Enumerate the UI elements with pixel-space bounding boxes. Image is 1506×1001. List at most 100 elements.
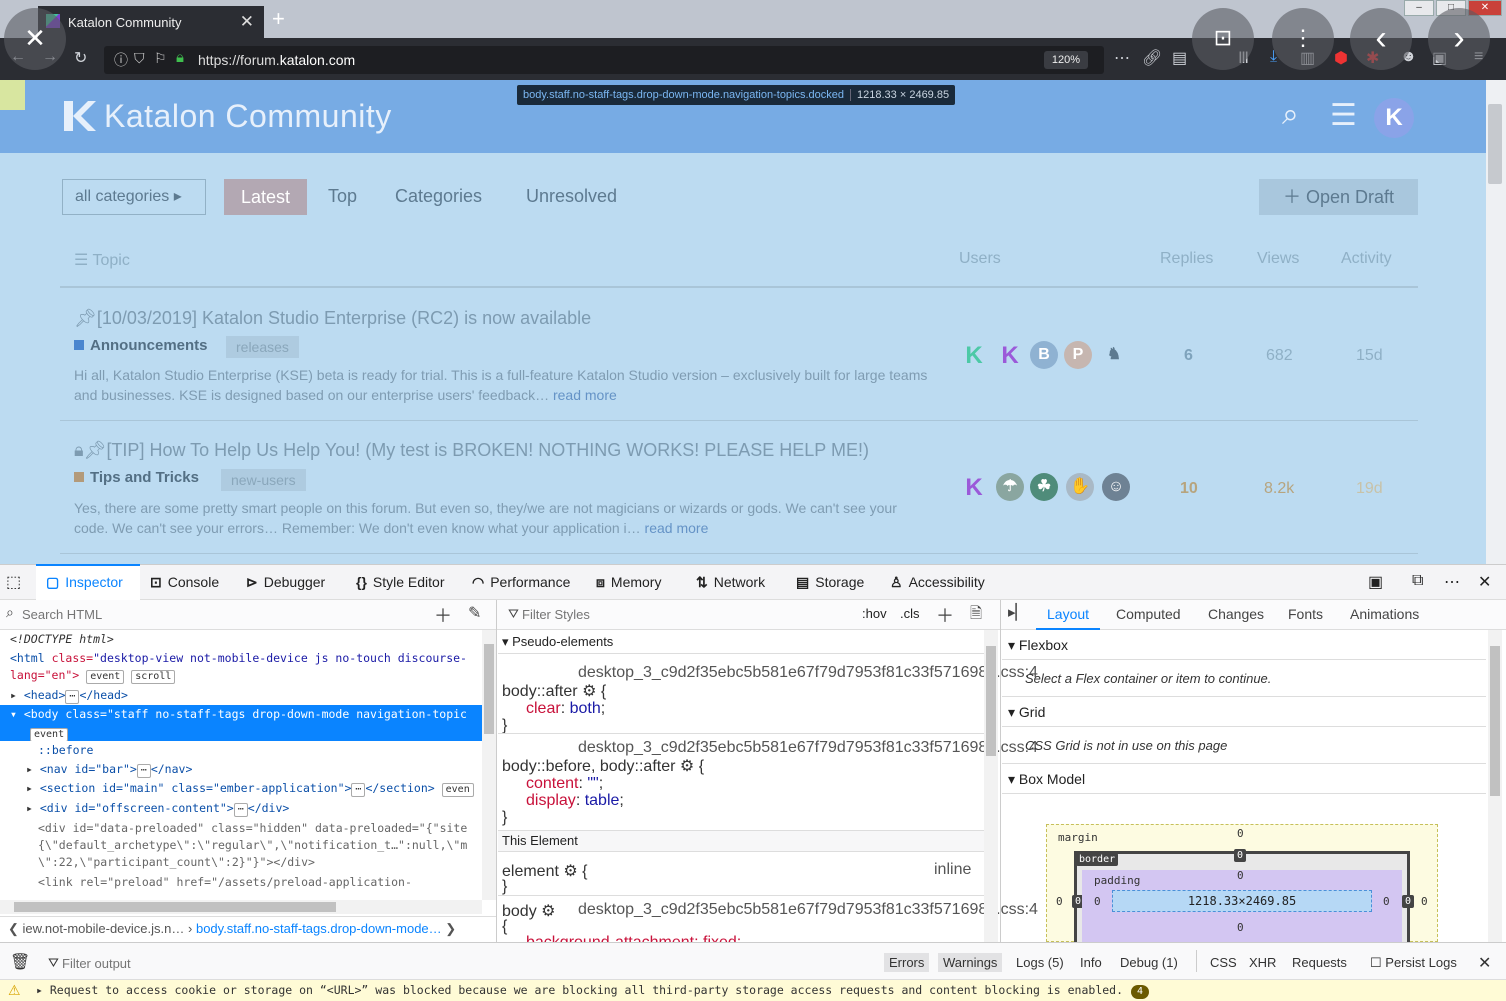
margin-right-value[interactable]: 0 bbox=[1421, 895, 1428, 908]
cls-toggle[interactable]: .cls bbox=[900, 606, 920, 621]
markup-hscrollbar[interactable] bbox=[0, 900, 482, 914]
read-more-link[interactable]: read more bbox=[645, 520, 709, 536]
markup-head[interactable]: ▸ <head> ⋯ </head> bbox=[0, 686, 482, 705]
markup-scrollbar[interactable] bbox=[482, 630, 496, 900]
collapsed-badge[interactable]: ⋯ bbox=[233, 803, 248, 817]
devtools-menu-icon[interactable]: ⋯ bbox=[1444, 572, 1460, 592]
nav-latest[interactable]: Latest bbox=[224, 179, 307, 215]
filter-output-input[interactable] bbox=[62, 953, 462, 973]
trash-icon[interactable]: 🗑︎ bbox=[10, 952, 30, 972]
event-badge[interactable]: event bbox=[30, 728, 69, 741]
browser-tab[interactable]: Katalon Community ✕ bbox=[38, 6, 264, 38]
overlay-close-button[interactable]: ✕ bbox=[4, 8, 66, 70]
column-replies[interactable]: Replies bbox=[1160, 250, 1213, 268]
rule-declaration[interactable]: display: table; bbox=[526, 792, 624, 810]
border-top-value[interactable]: 0 bbox=[1234, 849, 1247, 862]
ublock-icon[interactable]: ⬢ bbox=[1334, 48, 1348, 68]
collapsed-badge[interactable]: ⋯ bbox=[65, 690, 80, 704]
filter-info-toggle[interactable]: Info bbox=[1080, 955, 1102, 970]
rules-scrollbar[interactable] bbox=[984, 630, 998, 942]
user-avatar-5[interactable]: ☺ bbox=[1102, 473, 1130, 501]
gear-icon[interactable]: ⚙ bbox=[541, 903, 555, 920]
markup-section[interactable]: ▸ <section id="main" class="ember-applic… bbox=[0, 779, 482, 798]
markup-nav[interactable]: ▸ <nav id="bar"> ⋯ </nav> bbox=[0, 760, 482, 779]
tab-style-editor[interactable]: {} Style Editor bbox=[356, 574, 445, 590]
permissions-icon[interactable]: ⚐ bbox=[154, 50, 167, 67]
column-topic[interactable]: ☰ Topic bbox=[74, 250, 130, 270]
user-avatar-4[interactable]: P bbox=[1064, 341, 1092, 369]
topic-tag[interactable]: new-users bbox=[221, 469, 306, 491]
user-avatar-3[interactable]: B bbox=[1030, 341, 1058, 369]
tab-performance[interactable]: ◠ Performance bbox=[472, 574, 570, 591]
topic-title[interactable]: 📌︎[10/03/2019] Katalon Studio Enterprise… bbox=[74, 308, 591, 329]
nav-top[interactable]: Top bbox=[328, 186, 357, 207]
filter-warnings-toggle[interactable]: Warnings bbox=[938, 953, 1003, 972]
markup-offscreen[interactable]: ▸ <div id="offscreen-content"> ⋯ </div> bbox=[0, 799, 482, 818]
user-avatar-4[interactable]: ✋ bbox=[1066, 473, 1094, 501]
user-avatar-2[interactable]: K bbox=[996, 342, 1024, 370]
box-model-content[interactable]: 1218.33×2469.85 bbox=[1112, 890, 1372, 912]
tab-fonts[interactable]: Fonts bbox=[1288, 606, 1323, 622]
console-close-icon[interactable]: ✕ bbox=[1478, 953, 1491, 973]
topic-tag[interactable]: releases bbox=[226, 336, 299, 358]
nav-categories[interactable]: Categories bbox=[395, 186, 482, 207]
tab-animations[interactable]: Animations bbox=[1350, 606, 1419, 622]
user-avatar-1[interactable]: K bbox=[960, 474, 988, 502]
breadcrumb-left-icon[interactable]: ❮ bbox=[8, 921, 23, 936]
markup-link[interactable]: <link rel="preload" href="/assets/preloa… bbox=[0, 873, 482, 892]
event-badge[interactable]: even bbox=[441, 783, 474, 797]
tab-computed[interactable]: Computed bbox=[1116, 606, 1181, 622]
padding-top-value[interactable]: 0 bbox=[1237, 869, 1244, 882]
rule-declaration[interactable]: clear: both; bbox=[526, 700, 605, 718]
filter-css-toggle[interactable]: CSS bbox=[1210, 955, 1237, 970]
dock-icon[interactable]: ⧉ bbox=[1412, 572, 1423, 590]
tab-accessibility[interactable]: ♙ Accessibility bbox=[890, 574, 985, 591]
lens-search-icon[interactable]: ⊡ bbox=[1192, 8, 1254, 70]
topic-category[interactable]: Announcements bbox=[74, 337, 208, 354]
breadcrumb-right-icon[interactable]: ❯ bbox=[445, 921, 456, 936]
expand-triangle-icon[interactable]: ▸ bbox=[26, 801, 40, 815]
flexbox-header[interactable]: ▾ Flexbox bbox=[1002, 630, 1486, 660]
hov-toggle[interactable]: :hov bbox=[862, 606, 887, 621]
rule-source-link[interactable]: desktop_3_c9d2f35ebc5b581e67f79d7953f81c… bbox=[578, 664, 1038, 682]
border-right-value[interactable]: 0 bbox=[1402, 895, 1415, 908]
expand-triangle-icon[interactable]: ▸ bbox=[26, 781, 40, 795]
gear-icon[interactable]: ⚙ bbox=[563, 863, 577, 880]
filter-styles-input[interactable] bbox=[522, 604, 842, 624]
layout-scrollbar[interactable] bbox=[1488, 630, 1502, 942]
user-avatar-2[interactable]: ☂ bbox=[996, 473, 1024, 501]
tab-layout[interactable]: Layout bbox=[1047, 606, 1089, 622]
eyedropper-icon[interactable]: ✎ bbox=[468, 603, 481, 623]
minimize-icon[interactable]: – bbox=[1404, 0, 1434, 16]
user-avatar[interactable]: K bbox=[1374, 98, 1414, 138]
padding-left-value[interactable]: 0 bbox=[1094, 895, 1101, 908]
link-icon[interactable]: 🔗︎ bbox=[1142, 48, 1162, 68]
tab-network[interactable]: ⇅ Network bbox=[696, 574, 765, 591]
read-more-link[interactable]: read more bbox=[553, 387, 617, 403]
category-dropdown[interactable]: all categories ▸ bbox=[62, 179, 206, 215]
padding-bottom-value[interactable]: 0 bbox=[1237, 921, 1244, 934]
markup-body-selected[interactable]: ▾ <body class="staff no-staff-tags drop-… bbox=[0, 705, 482, 741]
page-scrollbar[interactable] bbox=[1486, 80, 1506, 564]
frame-select-icon[interactable]: ▣ bbox=[1368, 572, 1383, 592]
filter-errors-toggle[interactable]: Errors bbox=[884, 953, 930, 972]
rule-selector[interactable]: body::after ⚙ { bbox=[502, 681, 606, 701]
tracking-shield-icon[interactable]: ⛉ bbox=[134, 50, 145, 67]
box-model-header[interactable]: ▾ Box Model bbox=[1002, 764, 1486, 794]
site-info-icon[interactable]: ⓘ bbox=[114, 50, 128, 70]
reload-icon[interactable]: ↻ bbox=[74, 48, 87, 68]
tab-changes[interactable]: Changes bbox=[1208, 606, 1264, 622]
filter-xhr-toggle[interactable]: XHR bbox=[1249, 955, 1276, 970]
new-tab-button[interactable]: + bbox=[272, 6, 285, 32]
filter-debug-toggle[interactable]: Debug (1) bbox=[1120, 955, 1178, 970]
gear-icon[interactable]: ⚙ bbox=[680, 758, 694, 775]
reader-icon[interactable]: ▤ bbox=[1172, 48, 1187, 68]
nav-unresolved[interactable]: Unresolved bbox=[526, 186, 617, 207]
tab-console[interactable]: ⊡ Console bbox=[150, 574, 219, 591]
activity-age[interactable]: 19d bbox=[1356, 480, 1383, 498]
console-warning-message[interactable]: ⚠ ▸ Request to access cookie or storage o… bbox=[0, 980, 1506, 1001]
markup-hscrollbar-thumb[interactable] bbox=[14, 902, 336, 912]
more-options-icon[interactable]: ⋮ bbox=[1272, 8, 1334, 70]
close-tab-icon[interactable]: ✕ bbox=[240, 12, 254, 32]
url-text[interactable]: https://forum.katalon.com bbox=[198, 52, 355, 68]
